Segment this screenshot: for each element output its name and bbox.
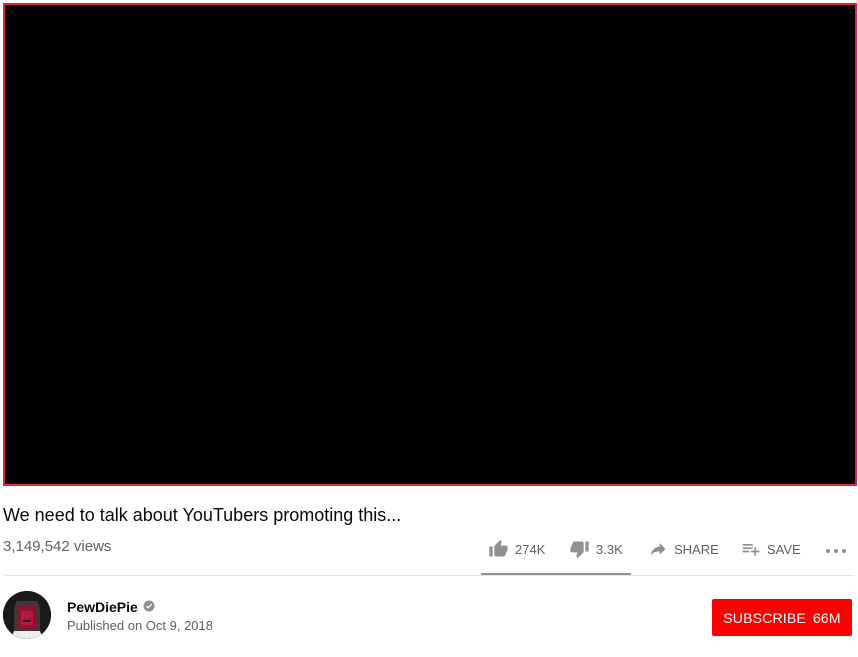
thumbs-down-icon — [569, 539, 590, 559]
publish-date: Published on Oct 9, 2018 — [67, 618, 213, 633]
channel-avatar[interactable] — [3, 591, 51, 639]
share-button[interactable]: SHARE — [648, 537, 719, 561]
like-count: 274K — [515, 541, 546, 557]
subscriber-count: 66M — [812, 609, 841, 626]
dislike-button[interactable]: 3.3K — [569, 537, 623, 561]
share-icon — [648, 539, 668, 559]
playlist-add-icon — [741, 539, 761, 559]
channel-name-label: PewDiePie — [67, 599, 138, 615]
verified-icon — [143, 599, 155, 615]
share-label: SHARE — [674, 541, 719, 557]
subscribe-button[interactable]: SUBSCRIBE 66M — [712, 599, 852, 636]
save-label: SAVE — [767, 541, 801, 557]
dislike-count: 3.3K — [596, 541, 623, 557]
subscribe-label: SUBSCRIBE — [723, 609, 806, 626]
channel-name[interactable]: PewDiePie — [67, 599, 155, 615]
view-count: 3,149,542 views — [3, 538, 112, 555]
divider — [3, 575, 854, 576]
video-title: We need to talk about YouTubers promotin… — [3, 505, 402, 525]
more-icon — [825, 539, 847, 559]
video-player[interactable] — [3, 3, 857, 486]
save-button[interactable]: SAVE — [741, 537, 801, 561]
like-button[interactable]: 274K — [488, 537, 545, 561]
more-actions-button[interactable] — [825, 537, 847, 561]
thumbs-up-icon — [488, 539, 509, 559]
